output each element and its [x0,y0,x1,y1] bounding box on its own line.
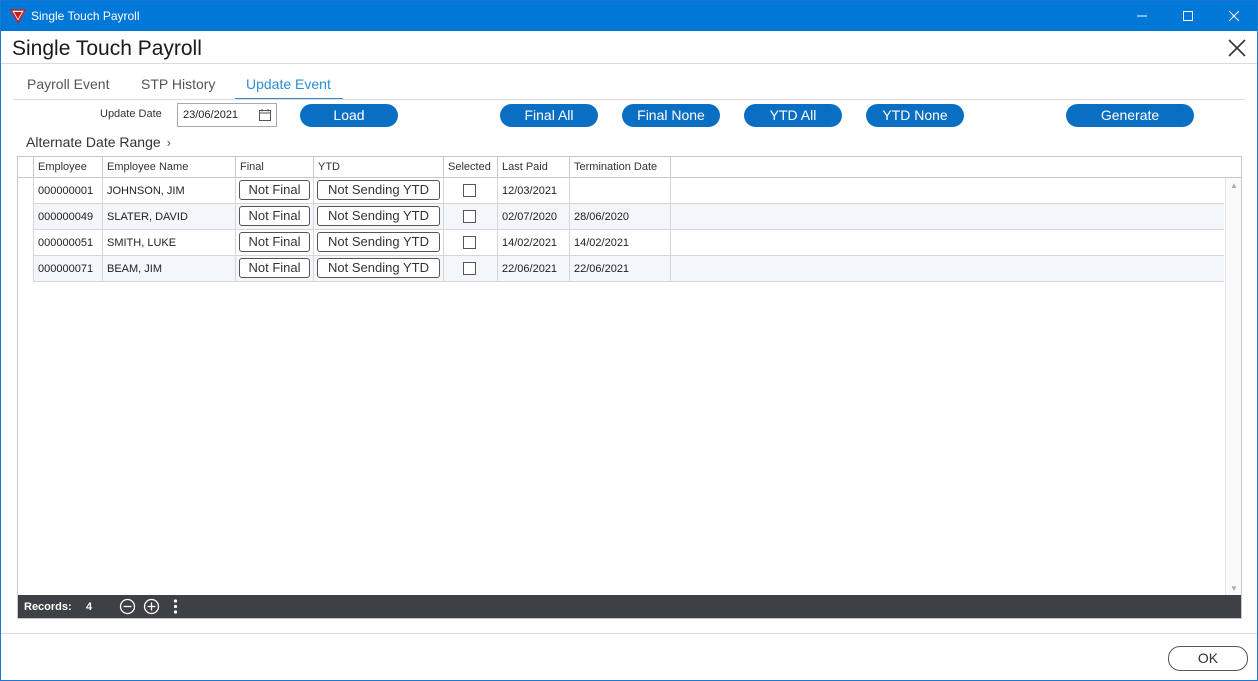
maximize-button[interactable] [1165,1,1211,31]
cell-ytd: Not Sending YTD [314,230,444,255]
minimize-icon [1137,15,1147,17]
cell-final: Not Final [236,256,314,281]
cell-last-paid: 22/06/2021 [498,256,570,281]
final-none-button[interactable]: Final None [622,104,720,127]
ok-button[interactable]: OK [1168,646,1248,671]
page-title: Single Touch Payroll [12,37,202,60]
update-date-input[interactable]: 23/06/2021 [177,103,277,127]
ytd-status-button[interactable]: Not Sending YTD [317,232,440,252]
cell-selected [444,256,498,281]
remove-icon[interactable] [119,598,136,615]
ytd-status-button[interactable]: Not Sending YTD [317,180,440,200]
tab-payroll-event[interactable]: Payroll Event [27,76,109,92]
ytd-status-button[interactable]: Not Sending YTD [317,206,440,226]
cell-final: Not Final [236,230,314,255]
column-header-final[interactable]: Final [236,157,314,178]
cell-selected [444,230,498,255]
ytd-status-button[interactable]: Not Sending YTD [317,258,440,278]
header-row-indicator [18,157,34,178]
selected-checkbox[interactable] [463,236,476,249]
minimize-button[interactable] [1119,1,1165,31]
column-header-last-paid[interactable]: Last Paid [498,157,570,178]
dialog-close-icon[interactable] [1227,38,1247,58]
generate-button[interactable]: Generate [1066,104,1194,127]
column-header-termination-date[interactable]: Termination Date [570,157,671,178]
column-header-ytd[interactable]: YTD [314,157,444,178]
cell-ytd: Not Sending YTD [314,178,444,203]
table-row[interactable]: 000000071 BEAM, JIM Not Final Not Sendin… [34,256,1224,282]
cell-last-paid: 14/02/2021 [498,230,570,255]
cell-last-paid: 12/03/2021 [498,178,570,203]
cell-employee: 000000071 [34,256,103,281]
tab-update-event[interactable]: Update Event [246,76,331,92]
row-indicator-column [18,178,34,282]
grid-footer: Records: 4 [18,595,1241,618]
chevron-right-icon: › [166,135,171,150]
cell-ytd: Not Sending YTD [314,256,444,281]
maximize-icon [1183,11,1193,21]
cell-selected [444,204,498,229]
cell-employee-name: JOHNSON, JIM [103,178,236,203]
selected-checkbox[interactable] [463,210,476,223]
stp-window: Single Touch Payroll Single Touch Payrol… [0,0,1258,681]
cell-termination-date [570,178,671,203]
final-status-button[interactable]: Not Final [239,232,310,252]
cell-final: Not Final [236,204,314,229]
cell-termination-date: 22/06/2021 [570,256,671,281]
column-header-selected[interactable]: Selected [444,157,498,178]
table-row[interactable]: 000000001 JOHNSON, JIM Not Final Not Sen… [34,178,1224,204]
window-close-button[interactable] [1211,1,1257,31]
cell-termination-date: 28/06/2020 [570,204,671,229]
bottom-divider [1,633,1257,634]
update-date-label: Update Date [100,108,162,120]
cell-employee: 000000049 [34,204,103,229]
table-row[interactable]: 000000051 SMITH, LUKE Not Final Not Send… [34,230,1224,256]
add-icon[interactable] [143,598,160,615]
final-status-button[interactable]: Not Final [239,258,310,278]
cell-final: Not Final [236,178,314,203]
window-title: Single Touch Payroll [31,9,140,23]
table-row[interactable]: 000000049 SLATER, DAVID Not Final Not Se… [34,204,1224,230]
cell-employee: 000000051 [34,230,103,255]
ytd-all-button[interactable]: YTD All [744,104,842,127]
selected-checkbox[interactable] [463,262,476,275]
alternate-date-range-toggle[interactable]: Alternate Date Range › [26,134,171,150]
calendar-icon[interactable] [259,109,271,121]
cell-last-paid: 02/07/2020 [498,204,570,229]
employee-grid: Employee Employee Name Final YTD Selecte… [17,156,1242,619]
vertical-scrollbar[interactable]: ▲ ▼ [1225,178,1241,595]
more-vertical-icon[interactable] [167,598,184,615]
ytd-none-button[interactable]: YTD None [866,104,964,127]
selected-checkbox[interactable] [463,184,476,197]
column-header-employee[interactable]: Employee [34,157,103,178]
column-header-employee-name[interactable]: Employee Name [103,157,236,178]
cell-termination-date: 14/02/2021 [570,230,671,255]
alternate-date-range-label: Alternate Date Range [26,134,161,150]
cell-employee-name: SLATER, DAVID [103,204,236,229]
load-button[interactable]: Load [300,104,398,127]
header-divider [1,63,1257,64]
tab-stp-history[interactable]: STP History [141,76,215,92]
title-bar: Single Touch Payroll [1,1,1257,31]
close-icon [1229,11,1239,21]
final-status-button[interactable]: Not Final [239,180,310,200]
cell-selected [444,178,498,203]
records-label: Records: [24,601,72,613]
update-date-value: 23/06/2021 [183,109,239,121]
cell-employee-name: BEAM, JIM [103,256,236,281]
final-status-button[interactable]: Not Final [239,206,310,226]
records-count: 4 [86,601,93,613]
tabs-divider [13,99,1245,100]
final-all-button[interactable]: Final All [500,104,598,127]
scroll-down-icon[interactable]: ▼ [1230,584,1238,593]
cell-ytd: Not Sending YTD [314,204,444,229]
cell-employee: 000000001 [34,178,103,203]
grid-header: Employee Employee Name Final YTD Selecte… [18,157,1241,178]
cell-employee-name: SMITH, LUKE [103,230,236,255]
scroll-up-icon[interactable]: ▲ [1230,181,1238,190]
app-logo-icon [10,9,26,24]
